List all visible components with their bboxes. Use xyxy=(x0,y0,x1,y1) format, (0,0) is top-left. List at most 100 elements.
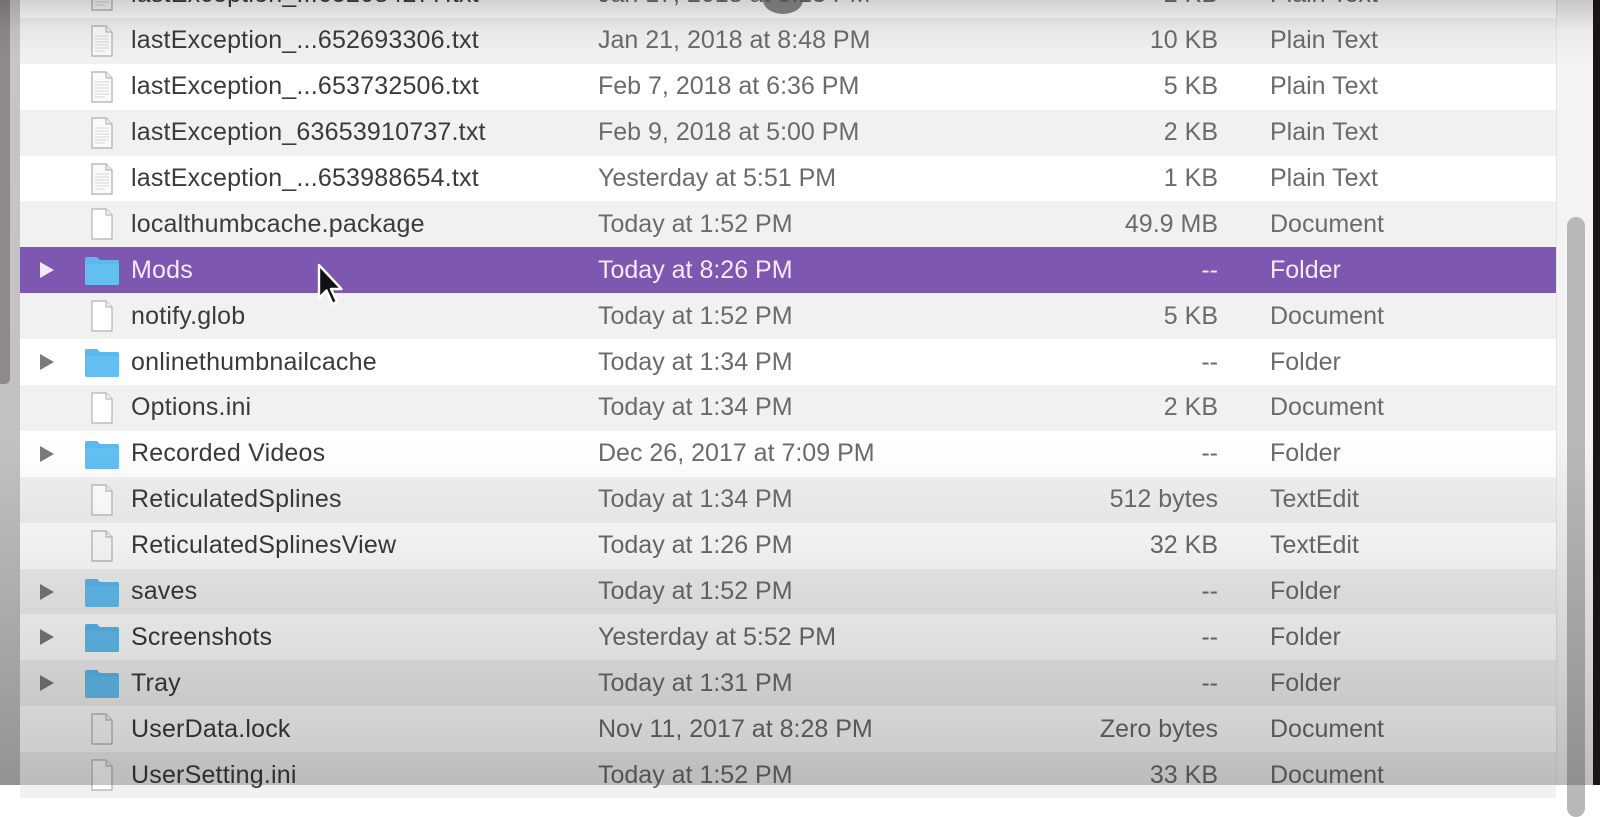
file-row[interactable]: lastException_...653732506.txt Feb 7, 201… xyxy=(20,64,1556,110)
text-file-icon xyxy=(83,24,121,58)
disclosure-triangle-icon[interactable] xyxy=(40,583,54,600)
file-name: ReticulatedSplines xyxy=(131,485,342,514)
file-row[interactable]: Options.ini Today at 1:34 PM 2 KB Document xyxy=(20,385,1556,431)
file-kind: Folder xyxy=(1270,439,1341,468)
file-row[interactable]: ReticulatedSplinesView Today at 1:26 PM 32… xyxy=(20,523,1556,569)
disclosure-triangle-icon[interactable] xyxy=(40,675,54,692)
document-icon xyxy=(83,758,121,792)
date-modified: Today at 1:52 PM xyxy=(598,577,793,606)
text-file-icon xyxy=(83,116,121,150)
file-name: Mods xyxy=(131,255,193,284)
disclosure-triangle-icon[interactable] xyxy=(40,445,54,462)
file-size: 33 KB xyxy=(1149,760,1218,789)
file-size: 10 KB xyxy=(1149,26,1218,55)
file-size: 2 KB xyxy=(1164,0,1218,9)
file-name: Options.ini xyxy=(131,393,252,422)
document-icon xyxy=(83,207,121,241)
document-icon xyxy=(83,712,121,746)
file-size: -- xyxy=(1201,255,1218,284)
file-row[interactable]: lastException_63653910737.txt Feb 9, 2018… xyxy=(20,109,1556,156)
file-name: UserData.lock xyxy=(131,714,291,743)
document-icon xyxy=(83,483,121,517)
scrollbar-thumb[interactable] xyxy=(1567,217,1585,817)
file-kind: Plain Text xyxy=(1270,72,1378,101)
date-modified: Today at 1:34 PM xyxy=(598,347,793,376)
file-name: lastException_...652084277.txt xyxy=(131,0,479,9)
date-modified: Today at 1:26 PM xyxy=(598,531,793,560)
date-modified: Dec 26, 2017 at 7:09 PM xyxy=(598,439,875,468)
file-kind: Document xyxy=(1270,209,1384,238)
folder-icon xyxy=(83,620,121,654)
file-kind: TextEdit xyxy=(1270,485,1359,514)
file-row[interactable]: lastException_...653988654.txt Yesterday … xyxy=(20,156,1556,202)
file-row[interactable]: localthumbcache.package Today at 1:52 PM 4… xyxy=(20,201,1556,248)
date-modified: Yesterday at 5:51 PM xyxy=(598,164,837,192)
file-row[interactable]: UserSetting.ini Today at 1:52 PM 33 KB Docu… xyxy=(20,752,1556,799)
file-name: ReticulatedSplinesView xyxy=(131,531,397,560)
window-edge xyxy=(1593,0,1600,785)
file-row[interactable]: Mods Today at 8:26 PM -- Folder xyxy=(20,247,1556,294)
text-file-icon xyxy=(83,162,121,196)
file-row[interactable]: saves Today at 1:52 PM -- Folder xyxy=(20,568,1556,615)
file-size: -- xyxy=(1201,439,1218,468)
file-name: Screenshots xyxy=(131,622,273,651)
date-modified: Jan 17, 2018 at 3:13 PM xyxy=(598,0,870,9)
file-name: onlinethumbnailcache xyxy=(131,347,377,376)
date-modified: Today at 1:52 PM xyxy=(598,760,793,789)
file-name: saves xyxy=(131,577,198,606)
folder-icon xyxy=(83,575,121,609)
file-size: -- xyxy=(1201,668,1218,697)
file-kind: Plain Text xyxy=(1270,26,1378,55)
disclosure-triangle-icon[interactable] xyxy=(40,262,54,279)
file-name: lastException_63653910737.txt xyxy=(131,118,486,147)
file-size: 5 KB xyxy=(1163,301,1218,330)
file-size: 5 KB xyxy=(1163,72,1218,101)
file-size: -- xyxy=(1201,622,1218,651)
left-pane-edge xyxy=(0,0,20,785)
file-name: UserSetting.ini xyxy=(131,760,297,789)
file-name: lastException_...653988654.txt xyxy=(131,164,479,192)
file-kind: Folder xyxy=(1270,668,1341,697)
file-size: 512 bytes xyxy=(1109,485,1218,514)
file-row[interactable]: ReticulatedSplines Today at 1:34 PM 512 by… xyxy=(20,476,1556,523)
document-icon xyxy=(83,299,121,333)
date-modified: Today at 1:52 PM xyxy=(598,209,793,238)
folder-icon xyxy=(83,666,121,700)
date-modified: Jan 21, 2018 at 8:48 PM xyxy=(598,26,871,55)
file-kind: Document xyxy=(1270,301,1384,330)
file-kind: Folder xyxy=(1270,577,1341,606)
date-modified: Feb 9, 2018 at 5:00 PM xyxy=(598,118,860,147)
file-row[interactable]: notify.glob Today at 1:52 PM 5 KB Document xyxy=(20,293,1556,340)
date-modified: Today at 1:34 PM xyxy=(598,485,793,514)
file-size: 2 KB xyxy=(1163,393,1218,422)
text-file-icon xyxy=(83,0,121,12)
file-row[interactable]: Tray Today at 1:31 PM -- Folder xyxy=(20,660,1556,707)
file-size: 2 KB xyxy=(1163,118,1218,147)
file-kind: Folder xyxy=(1270,347,1341,376)
vertical-scrollbar[interactable] xyxy=(1556,0,1594,817)
file-size: -- xyxy=(1201,577,1218,606)
date-modified: Today at 8:26 PM xyxy=(598,255,793,284)
file-name: lastException_...652693306.txt xyxy=(131,26,479,55)
document-icon xyxy=(83,391,121,425)
date-modified: Nov 11, 2017 at 8:28 PM xyxy=(598,714,873,743)
file-size: 1 KB xyxy=(1163,164,1218,192)
file-row[interactable]: UserData.lock Nov 11, 2017 at 8:28 PM Zero… xyxy=(20,706,1556,752)
date-modified: Today at 1:34 PM xyxy=(598,393,793,422)
file-size: Zero bytes xyxy=(1099,714,1218,743)
file-row[interactable]: onlinethumbnailcache Today at 1:34 PM -- Fo… xyxy=(20,339,1556,385)
file-kind: Folder xyxy=(1270,622,1341,651)
date-modified: Today at 1:52 PM xyxy=(598,301,793,330)
file-kind: Document xyxy=(1270,714,1384,743)
document-icon xyxy=(83,529,121,563)
text-file-icon xyxy=(83,70,121,104)
file-kind: Plain Text xyxy=(1270,164,1378,192)
left-pane-scroll-thumb[interactable] xyxy=(0,0,10,384)
folder-icon xyxy=(83,437,121,471)
disclosure-triangle-icon[interactable] xyxy=(40,354,54,371)
date-modified: Feb 7, 2018 at 6:36 PM xyxy=(598,72,860,101)
disclosure-triangle-icon[interactable] xyxy=(40,629,54,646)
file-row[interactable]: Screenshots Yesterday at 5:52 PM -- Folder xyxy=(20,614,1556,660)
file-row[interactable]: lastException_...652693306.txt Jan 21, 20… xyxy=(20,17,1556,64)
file-row[interactable]: Recorded Videos Dec 26, 2017 at 7:09 PM --… xyxy=(20,431,1556,477)
